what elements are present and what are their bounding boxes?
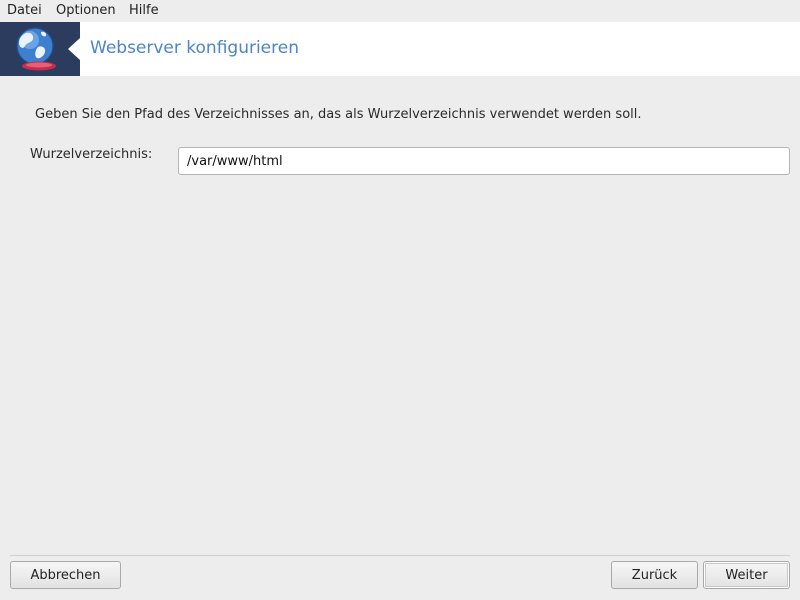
menu-file[interactable]: Datei [7,3,42,18]
menu-options[interactable]: Optionen [56,3,116,18]
banner-logo [0,22,80,76]
header-banner: Webserver konfigurieren [0,22,800,76]
footer-separator [10,555,790,556]
cancel-button[interactable]: Abbrechen [10,561,121,589]
menu-help[interactable]: Hilfe [129,3,159,18]
page-title: Webserver konfigurieren [90,38,299,58]
menubar: Datei Optionen Hilfe [0,0,800,22]
back-button[interactable]: Zurück [611,561,698,589]
next-button[interactable]: Weiter [703,561,790,589]
globe-icon [0,22,80,76]
document-root-label: Wurzelverzeichnis: [30,147,153,162]
document-root-input[interactable] [178,147,790,175]
instruction-text: Geben Sie den Pfad des Verzeichnisses an… [35,107,642,122]
